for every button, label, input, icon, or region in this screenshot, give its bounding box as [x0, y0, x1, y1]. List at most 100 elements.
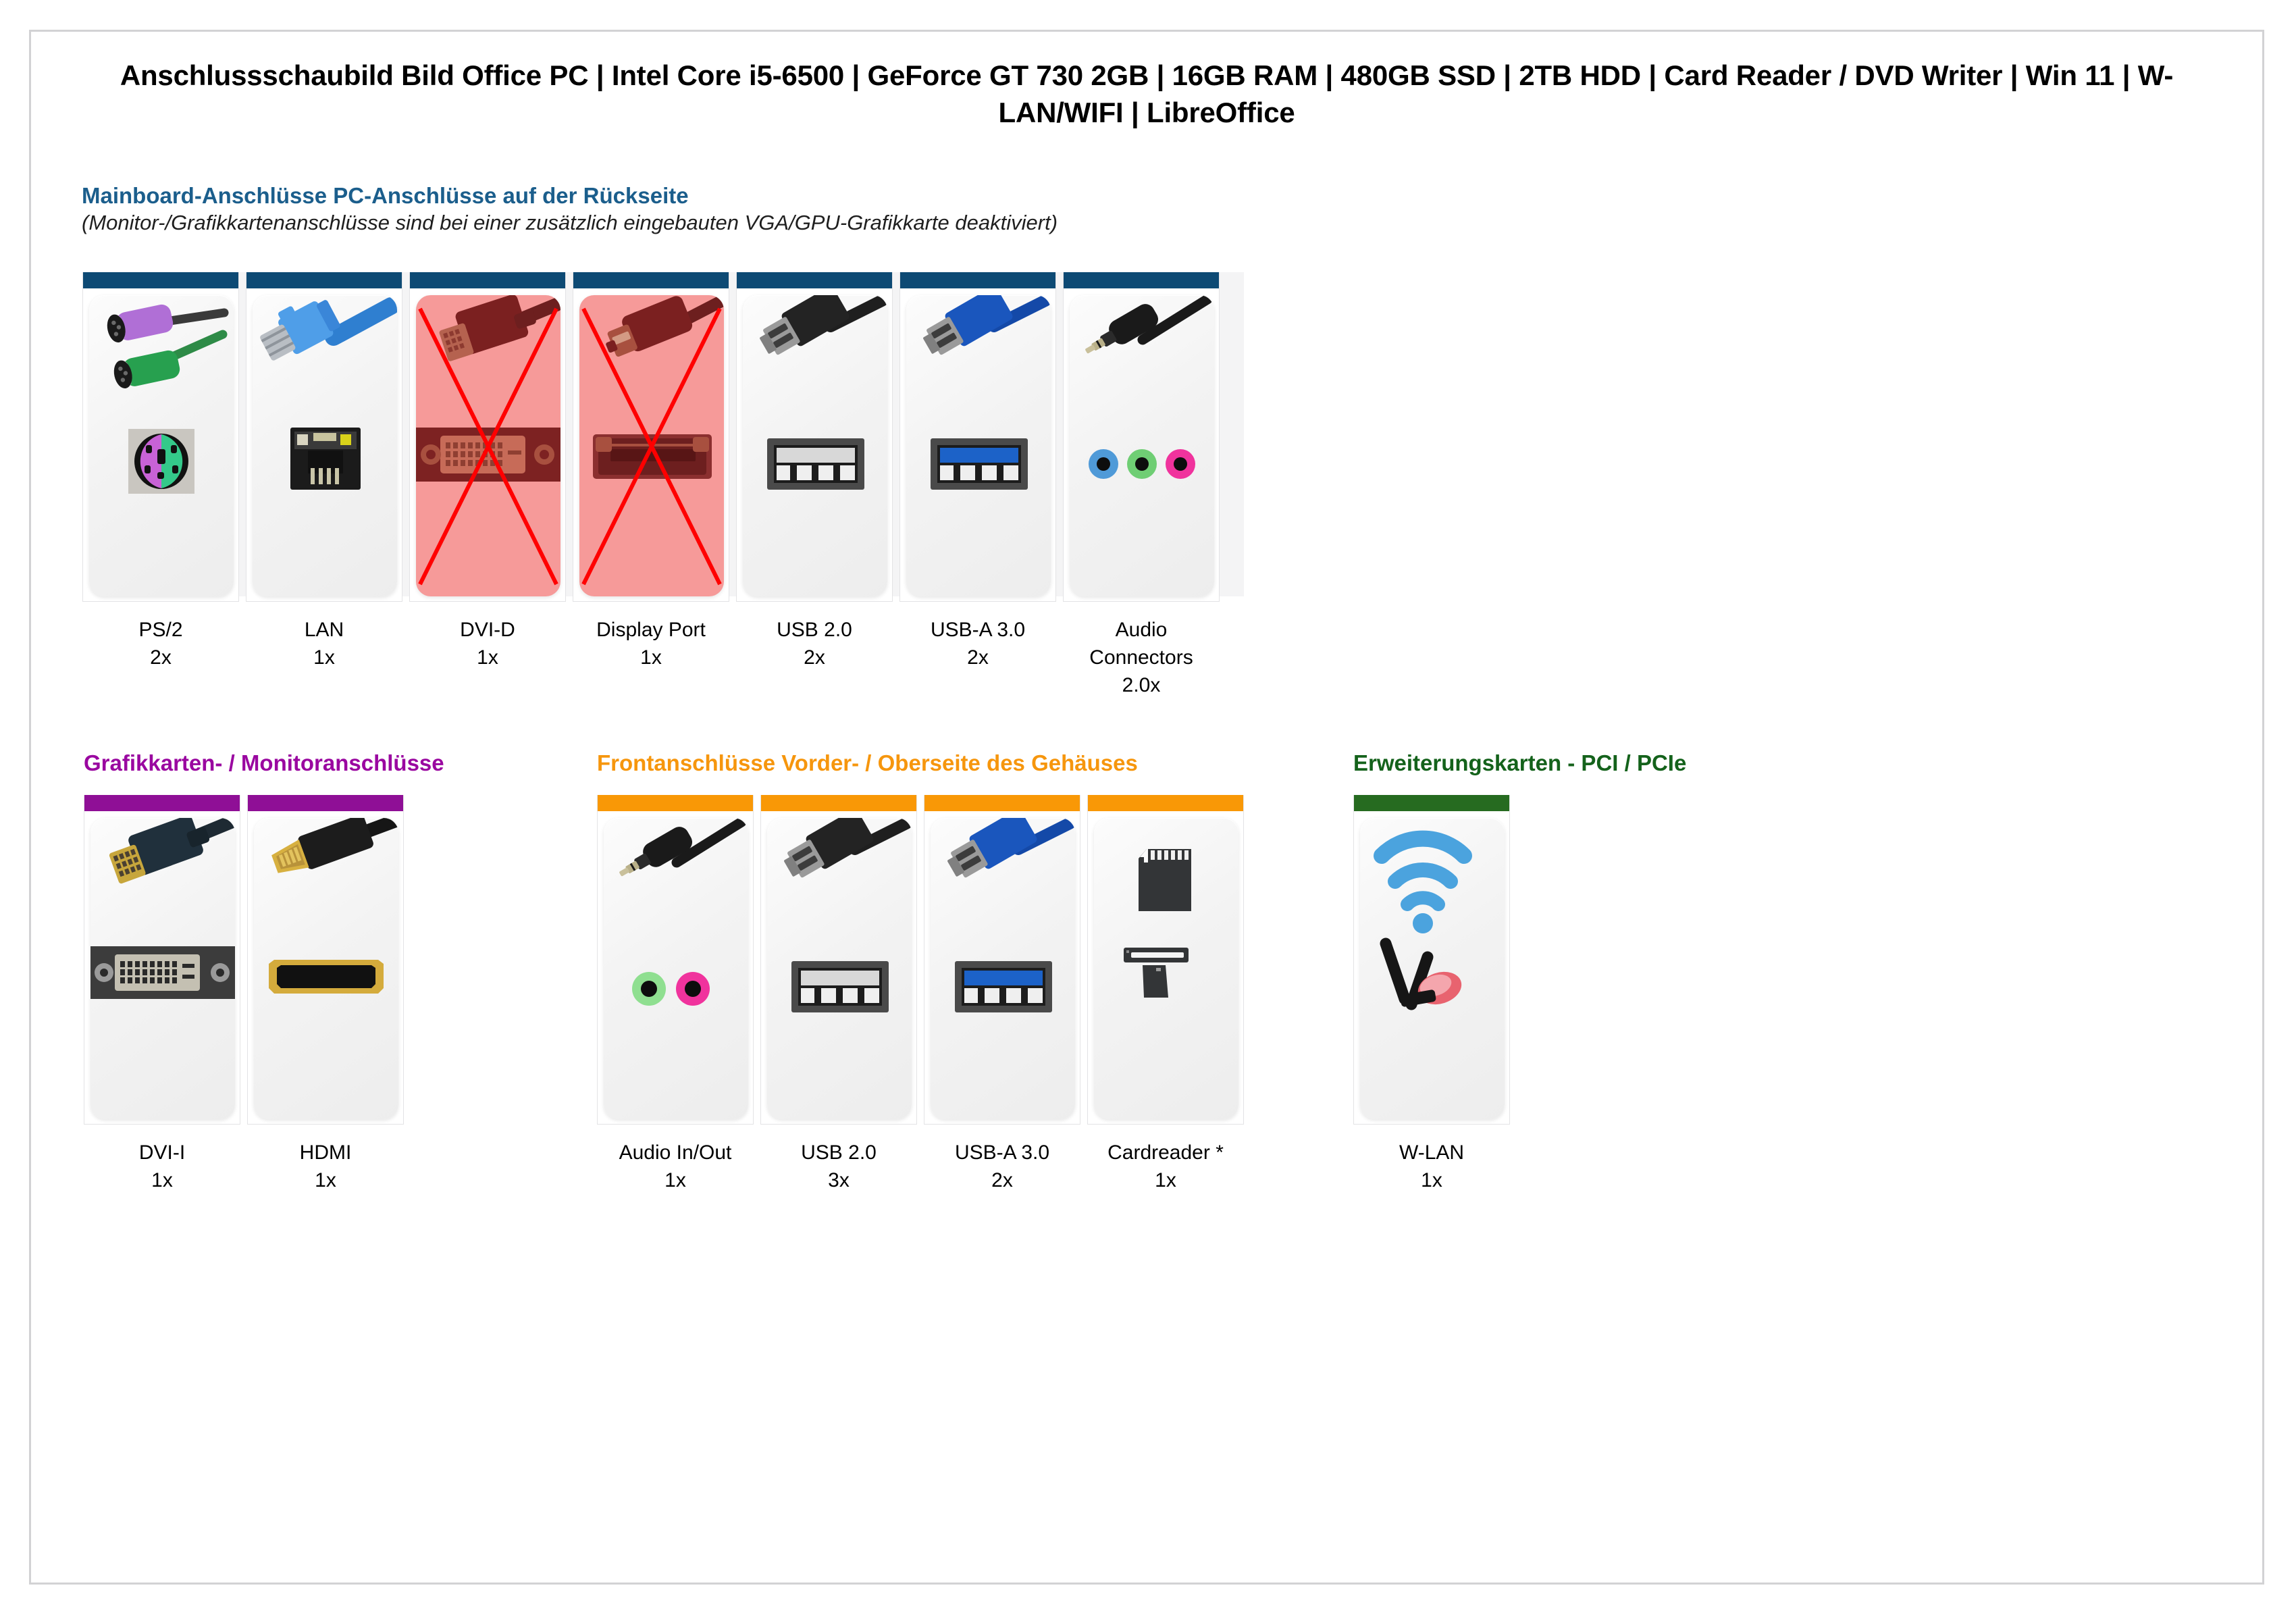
- port-count: 1x: [640, 646, 662, 669]
- port-label: USB-A 3.0: [930, 619, 1026, 641]
- port-caption: Audio In/Out 1x: [597, 1139, 754, 1195]
- port-card-body: [246, 272, 402, 602]
- port-caption: Display Port 1x: [573, 617, 729, 672]
- port-count: 1x: [1421, 1168, 1442, 1191]
- port-label: W-LAN: [1399, 1141, 1465, 1164]
- ps2-port-icon: [107, 304, 229, 494]
- card-accent-bar: [1064, 272, 1219, 288]
- card-inner-panel: [416, 295, 560, 596]
- card-inner-panel: [906, 295, 1051, 596]
- port-caption: USB 2.0 3x: [760, 1139, 917, 1195]
- port-card-usb20-front[interactable]: USB 2.0 3x: [760, 795, 917, 1195]
- section-heading-mainboard-text: Mainboard-Anschlüsse PC-Anschlüsse auf d…: [82, 183, 689, 208]
- card-inner-panel: [254, 818, 398, 1119]
- port-card-body: [247, 795, 404, 1125]
- expansion-port-strip: W-LAN 1x: [1353, 795, 1510, 1195]
- graphics-port-strip: DVI-I 1x HDMI 1x: [84, 795, 404, 1195]
- section-heading-expansion: Erweiterungskarten - PCI / PCIe: [1353, 749, 1686, 777]
- audio-jacks-icon: [1085, 295, 1213, 479]
- port-card-audio-rear[interactable]: Audio Connectors 2.0x: [1063, 272, 1220, 699]
- card-accent-bar: [410, 272, 565, 288]
- port-caption: USB 2.0 2x: [736, 617, 893, 672]
- card-inner-panel: [1360, 818, 1505, 1119]
- card-inner-panel: [743, 295, 887, 596]
- port-label: DVI-I: [138, 1141, 186, 1164]
- card-accent-bar: [598, 795, 753, 811]
- card-inner-panel: [89, 295, 234, 596]
- page-title: Anschlussschaubild Bild Office PC | Inte…: [120, 59, 2174, 128]
- port-count: 1x: [151, 1168, 173, 1191]
- port-card-displayport[interactable]: Display Port 1x: [573, 272, 729, 672]
- card-accent-bar: [83, 272, 238, 288]
- port-count: 1x: [1155, 1168, 1176, 1191]
- dvi-i-port-icon: [90, 818, 235, 999]
- card-accent-bar: [761, 795, 916, 811]
- port-caption: HDMI 1x: [247, 1139, 404, 1195]
- port-card-usb30-rear[interactable]: USB-A 3.0 2x: [899, 272, 1056, 672]
- port-card-audio-front[interactable]: Audio In/Out 1x: [597, 795, 754, 1195]
- section-heading-front: Frontanschlüsse Vorder- / Oberseite des …: [597, 749, 1138, 777]
- port-card-body: [1063, 272, 1220, 602]
- port-card-dvi-d[interactable]: DVI-D 1x: [409, 272, 566, 672]
- port-label: USB 2.0: [777, 619, 852, 641]
- port-caption: USB-A 3.0 2x: [924, 1139, 1080, 1195]
- port-card-body: [409, 272, 566, 602]
- card-inner-panel: [253, 295, 397, 596]
- port-count: 2x: [991, 1168, 1013, 1191]
- card-inner-panel: [931, 818, 1075, 1119]
- sd-cardreader-icon: [1124, 849, 1191, 998]
- port-count: 2x: [150, 646, 172, 669]
- card-accent-bar: [924, 795, 1080, 811]
- section-subheading-mainboard-text: (Monitor-/Grafikkartenanschlüsse sind be…: [82, 211, 1058, 235]
- port-count: 2.0x: [1122, 673, 1161, 696]
- port-card-dvi-i[interactable]: DVI-I 1x: [84, 795, 240, 1195]
- port-count: 1x: [477, 646, 498, 669]
- port-card-body: [736, 272, 893, 602]
- port-card-body: [1353, 795, 1510, 1125]
- usb-a-20-port-icon: [760, 295, 887, 490]
- section-heading-graphics-text: Grafikkarten- / Monitoranschlüsse: [84, 750, 444, 775]
- port-card-body: [924, 795, 1080, 1125]
- card-accent-bar: [1354, 795, 1509, 811]
- port-count: 3x: [828, 1168, 850, 1191]
- port-caption: USB-A 3.0 2x: [899, 617, 1056, 672]
- port-card-body: [84, 795, 240, 1125]
- card-inner-panel: [1094, 818, 1238, 1119]
- card-accent-bar: [573, 272, 729, 288]
- port-label: DVI-D: [460, 619, 515, 641]
- port-card-wlan[interactable]: W-LAN 1x: [1353, 795, 1510, 1195]
- card-accent-bar: [737, 272, 892, 288]
- port-label: USB-A 3.0: [954, 1141, 1050, 1164]
- section-heading-expansion-text: Erweiterungskarten - PCI / PCIe: [1353, 750, 1687, 775]
- diagram-page: Anschlussschaubild Bild Office PC | Inte…: [29, 30, 2264, 1585]
- port-card-body: [760, 795, 917, 1125]
- port-card-body: [1087, 795, 1244, 1125]
- dvi-d-port-icon: [416, 295, 560, 482]
- mainboard-port-strip: PS/2 2x LAN 1x DVI-D 1x Display Port 1x …: [82, 272, 1220, 699]
- audio-in-out-jacks-icon: [619, 818, 747, 1006]
- port-card-lan[interactable]: LAN 1x: [246, 272, 402, 672]
- usb-a-30-port-icon: [947, 818, 1075, 1012]
- port-card-usb30-front[interactable]: USB-A 3.0 2x: [924, 795, 1080, 1195]
- port-label: Audio Connectors: [1089, 619, 1193, 669]
- front-port-strip: Audio In/Out 1x USB 2.0 3x USB-A 3.0 2x …: [597, 795, 1244, 1195]
- port-card-ps2[interactable]: PS/2 2x: [82, 272, 239, 672]
- port-label: PS/2: [138, 619, 183, 641]
- port-label: Display Port: [596, 619, 706, 641]
- port-card-body: [573, 272, 729, 602]
- port-caption: DVI-I 1x: [84, 1139, 240, 1195]
- port-label: Cardreader *: [1107, 1141, 1224, 1164]
- port-card-cardreader[interactable]: Cardreader * 1x: [1087, 795, 1244, 1195]
- usb-a-30-port-icon: [923, 295, 1051, 490]
- port-card-hdmi[interactable]: HDMI 1x: [247, 795, 404, 1195]
- card-accent-bar: [84, 795, 240, 811]
- hdmi-port-icon: [269, 818, 398, 994]
- card-inner-panel: [579, 295, 724, 596]
- port-label: LAN: [304, 619, 344, 641]
- port-card-usb20-rear[interactable]: USB 2.0 2x: [736, 272, 893, 672]
- port-card-body: [82, 272, 239, 602]
- port-label: USB 2.0: [801, 1141, 877, 1164]
- port-card-body: [899, 272, 1056, 602]
- port-count: 1x: [664, 1168, 686, 1191]
- card-accent-bar: [246, 272, 402, 288]
